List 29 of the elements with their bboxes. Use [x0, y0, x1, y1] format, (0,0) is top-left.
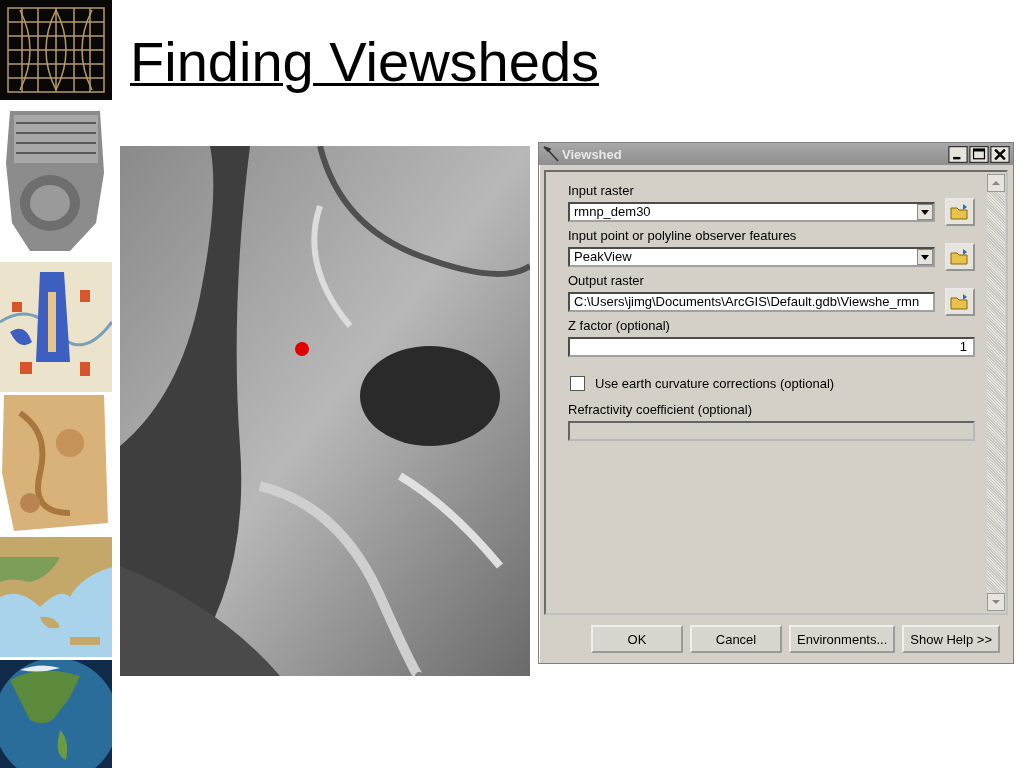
dropdown[interactable]: PeakView	[568, 246, 935, 267]
field-label: Input raster	[568, 182, 635, 199]
window-title: Viewshed	[562, 146, 623, 162]
browse-button[interactable]	[945, 197, 975, 226]
hammer-icon	[542, 146, 560, 162]
dialog-button[interactable]: Cancel	[690, 625, 782, 653]
dropdown[interactable]: rmnp_dem30	[568, 201, 935, 222]
folder-icon	[950, 247, 970, 266]
checkbox[interactable]	[570, 376, 585, 391]
maximize-button[interactable]	[969, 145, 989, 163]
input-field[interactable]: 1	[568, 336, 975, 357]
input-field[interactable]: C:\Users\jimg\Documents\ArcGIS\Default.gdb\Viewshe_rmn	[568, 291, 935, 312]
field-label: Input point or polyline observer features	[568, 227, 798, 244]
folder-icon	[950, 202, 970, 221]
close-button[interactable]	[990, 145, 1010, 163]
checkbox-label: Use earth curvature corrections (optional)	[595, 376, 835, 391]
dialog-button[interactable]: Show Help >>	[902, 625, 1000, 653]
browse-button[interactable]	[945, 287, 975, 316]
slide-title: Finding Viewsheds	[130, 29, 600, 94]
scroll-down-button[interactable]	[987, 593, 1005, 611]
dialog-button[interactable]: OK	[591, 625, 683, 653]
browse-button[interactable]	[945, 242, 975, 271]
folder-icon	[950, 292, 970, 311]
minimize-button[interactable]	[948, 145, 968, 163]
scroll-up-button[interactable]	[987, 174, 1005, 192]
field-label: Z factor (optional)	[568, 317, 671, 334]
dialog-button[interactable]: Environments...	[789, 625, 896, 653]
field-label: Output raster	[568, 272, 645, 289]
field-label: Refractivity coefficient (optional)	[568, 401, 753, 418]
